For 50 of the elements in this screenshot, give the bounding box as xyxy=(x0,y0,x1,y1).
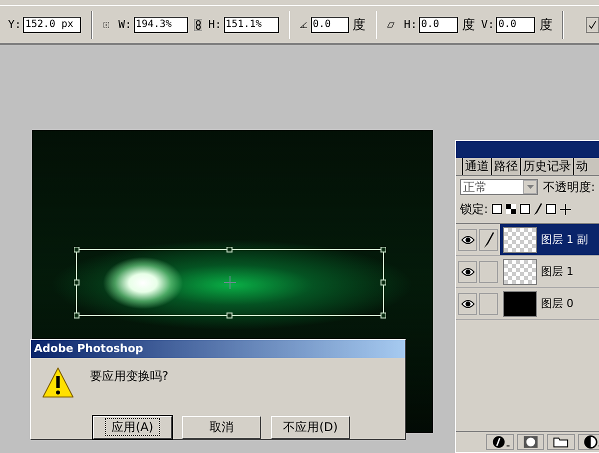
width-label: W: xyxy=(118,18,132,31)
skew-vertical-label: V: xyxy=(481,18,494,31)
dropdown-arrow-icon[interactable] xyxy=(526,185,534,189)
lock-checkbox[interactable] xyxy=(520,204,530,214)
layer-row[interactable]: 图层 1 xyxy=(456,256,599,288)
brush-icon xyxy=(534,203,542,215)
skew-icon xyxy=(387,20,395,30)
blend-mode-dropdown[interactable]: 正常 xyxy=(460,179,538,195)
y-field[interactable]: 152.0 px xyxy=(23,16,82,32)
lock-checkbox[interactable] xyxy=(492,204,502,214)
layer-row[interactable]: 图层 0 xyxy=(456,288,599,320)
dialog-button[interactable]: 应用(A) xyxy=(93,416,172,439)
lock-label: 锁定: xyxy=(460,200,488,218)
layer-name: 图层 1 副 xyxy=(541,232,588,247)
eye-icon[interactable] xyxy=(460,234,474,244)
transform-box[interactable] xyxy=(74,247,386,319)
folder-icon[interactable] xyxy=(547,434,574,450)
height-label: H: xyxy=(208,18,222,31)
layer-name: 图层 0 xyxy=(541,296,574,311)
opacity-label: 不透明度: xyxy=(543,178,596,196)
angle-unit: 度 xyxy=(352,16,366,34)
y-label: Y: xyxy=(8,18,22,31)
palette-tab[interactable]: 历史记录 xyxy=(520,158,573,175)
transparency-icon xyxy=(506,204,516,214)
palette-tab[interactable]: 动 xyxy=(573,158,590,175)
dialog-button[interactable]: 取消 xyxy=(182,416,261,439)
warning-icon xyxy=(41,366,75,400)
eye-icon[interactable] xyxy=(460,298,474,308)
width-field[interactable]: 194.3% xyxy=(134,16,188,32)
palette-tab[interactable]: 通道 xyxy=(462,158,491,175)
angle-field[interactable]: 0.0 xyxy=(310,16,349,32)
layer-name: 图层 1 xyxy=(541,264,574,279)
brush-icon xyxy=(484,232,494,248)
move-icon xyxy=(560,204,572,214)
palette-tab[interactable]: 路径 xyxy=(491,158,520,175)
layer-row[interactable]: 图层 1 副 xyxy=(456,224,599,256)
adjustment-layer-icon[interactable] xyxy=(578,434,599,450)
layer-style-icon[interactable] xyxy=(486,434,514,450)
dialog-message: 要应用变换吗? xyxy=(90,368,168,385)
eye-icon[interactable] xyxy=(460,266,474,276)
dialog-button[interactable]: 不应用(D) xyxy=(271,416,350,439)
skew-vertical-field[interactable]: 0.0 xyxy=(496,16,536,32)
skew-vertical-unit: 度 xyxy=(539,16,552,34)
lock-checkbox[interactable] xyxy=(546,204,556,214)
skew-horizontal-label: H: xyxy=(404,18,418,31)
dialog-title: Adobe Photoshop xyxy=(31,340,405,358)
mask-icon[interactable] xyxy=(516,434,544,450)
skew-horizontal-field[interactable]: 0.0 xyxy=(419,16,458,32)
skew-horizontal-unit: 度 xyxy=(462,16,476,34)
height-field[interactable]: 151.1% xyxy=(224,16,279,32)
